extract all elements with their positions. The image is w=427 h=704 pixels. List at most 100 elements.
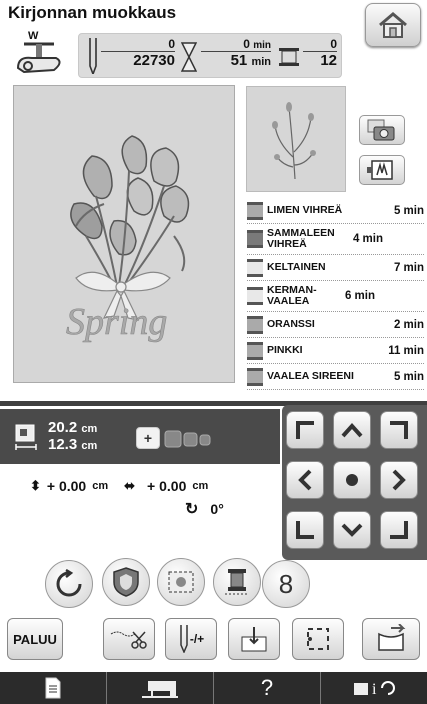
bottom-toolbar: ? i	[0, 672, 427, 704]
chevron-up-icon	[341, 423, 363, 438]
document-button[interactable]	[0, 672, 107, 704]
machine-settings-button[interactable]	[107, 672, 214, 704]
corner-up-left-icon	[296, 421, 314, 439]
color-row[interactable]: ORANSSI 2 min	[247, 312, 424, 338]
chevron-right-icon	[392, 469, 406, 491]
thread-color-swatch	[247, 258, 263, 277]
w-label: W	[28, 30, 39, 42]
needle-start-icon	[241, 627, 267, 652]
move-up-right-button[interactable]	[380, 411, 418, 449]
thread-color-swatch	[247, 315, 263, 334]
pattern-width: 12.3	[48, 436, 78, 453]
chevron-left-icon	[298, 469, 312, 491]
help-button[interactable]: ?	[214, 672, 321, 704]
move-down-button[interactable]	[333, 511, 371, 549]
move-up-left-button[interactable]	[286, 411, 324, 449]
time-total: 51	[230, 52, 248, 69]
size-icon	[15, 424, 37, 450]
spool-icon	[225, 569, 249, 595]
size-info-band: 20.2 cm 12.3 cm +	[0, 409, 280, 464]
border-frame-icon	[168, 571, 194, 593]
color-row[interactable]: VAALEA SIREENI 5 min	[247, 364, 424, 390]
chevron-down-icon	[341, 523, 363, 537]
stitch-total: 22730	[101, 51, 175, 69]
applique-button[interactable]	[102, 558, 150, 606]
move-right-button[interactable]	[380, 461, 418, 499]
view-button[interactable]	[359, 155, 405, 185]
start-point-button[interactable]	[228, 618, 280, 660]
corner-down-right-icon	[390, 521, 408, 539]
pattern-thumbnail	[246, 86, 346, 192]
center-button[interactable]	[333, 461, 371, 499]
svg-text:i: i	[372, 681, 377, 698]
rotation-angle: 0°	[210, 501, 224, 517]
thread-color-swatch	[247, 201, 263, 220]
thread-color-swatch	[247, 287, 263, 305]
color-current: 0	[330, 37, 337, 51]
rotate-icon	[56, 569, 82, 597]
color-row[interactable]: LIMEN VIHREÄ 5 min	[247, 198, 424, 224]
info-button[interactable]: i	[321, 672, 427, 704]
color-total: 12	[303, 51, 337, 69]
counter-bar: 0 22730 0 min 51 min 0 12	[78, 33, 342, 78]
color-row[interactable]: KERMAN-VAALEA 6 min	[247, 281, 424, 312]
needle-icon	[89, 38, 97, 74]
center-dot-icon	[346, 474, 358, 486]
presser-foot-w-icon: W	[10, 30, 70, 78]
color-row[interactable]: PINKKI 11 min	[247, 338, 424, 364]
move-up-button[interactable]	[333, 411, 371, 449]
rotate-button[interactable]	[45, 560, 93, 608]
horizontal-offset: + 0.00	[147, 478, 187, 494]
dashed-frame-icon	[307, 628, 329, 650]
view-icon	[367, 160, 393, 180]
vertical-offset: + 0.00	[46, 478, 87, 494]
info-icon: i	[354, 681, 395, 698]
density-button[interactable]: 8	[262, 560, 310, 608]
pattern-height: 20.2	[48, 419, 78, 436]
move-down-left-button[interactable]	[286, 511, 324, 549]
page-title: Kirjonnan muokkaus	[8, 3, 177, 22]
needle-position-button[interactable]: -/+	[165, 618, 217, 660]
density-label: 8	[278, 568, 294, 599]
position-offsets: ⬍ + 0.00 cm ⬌ + 0.00 cm ↻ 0°	[30, 478, 224, 518]
document-icon	[45, 677, 61, 699]
scissors-icon	[110, 631, 147, 649]
tulip-bouquet-image: Spring	[66, 135, 190, 343]
camera-icon	[367, 119, 395, 141]
time-current: 0	[243, 37, 250, 51]
trial-button[interactable]	[292, 618, 344, 660]
camera-button[interactable]	[359, 115, 405, 145]
shield-icon	[113, 567, 139, 597]
color-list: LIMEN VIHREÄ 5 min SAMMALEEN VIHREÄ 4 mi…	[247, 198, 424, 390]
trim-button[interactable]	[103, 618, 155, 660]
stitch-current: 0	[168, 37, 175, 51]
corner-up-right-icon	[390, 421, 408, 439]
thread-color-button[interactable]	[213, 558, 261, 606]
needle-icon	[180, 625, 188, 653]
color-row[interactable]: KELTAINEN 7 min	[247, 255, 424, 281]
vertical-move-icon: ⬍	[30, 478, 41, 493]
hourglass-icon	[181, 42, 197, 72]
thread-color-swatch	[247, 341, 263, 360]
horizontal-move-icon: ⬌	[124, 478, 136, 493]
corner-down-left-icon	[296, 521, 314, 539]
border-button[interactable]	[157, 558, 205, 606]
color-row[interactable]: SAMMALEEN VIHREÄ 4 min	[247, 224, 424, 255]
memory-button[interactable]	[362, 618, 420, 660]
home-icon	[379, 12, 407, 38]
move-left-button[interactable]	[286, 461, 324, 499]
needle-adjust-label: -/+	[189, 632, 205, 646]
thread-spool-icon	[279, 48, 299, 66]
move-arrow-pad	[282, 405, 427, 560]
thread-color-swatch	[247, 367, 263, 386]
pattern-text: Spring	[66, 301, 167, 343]
back-button[interactable]: PALUU	[7, 618, 63, 660]
thumbnail-sprig-icon	[272, 102, 316, 180]
embroidery-preview[interactable]: Spring	[13, 85, 235, 383]
move-down-right-button[interactable]	[380, 511, 418, 549]
hoop-select-button[interactable]: +	[136, 427, 160, 449]
rotation-icon: ↻	[185, 501, 199, 518]
thread-color-swatch	[247, 230, 263, 248]
home-button[interactable]	[365, 3, 421, 47]
sewing-machine-icon	[142, 681, 178, 698]
